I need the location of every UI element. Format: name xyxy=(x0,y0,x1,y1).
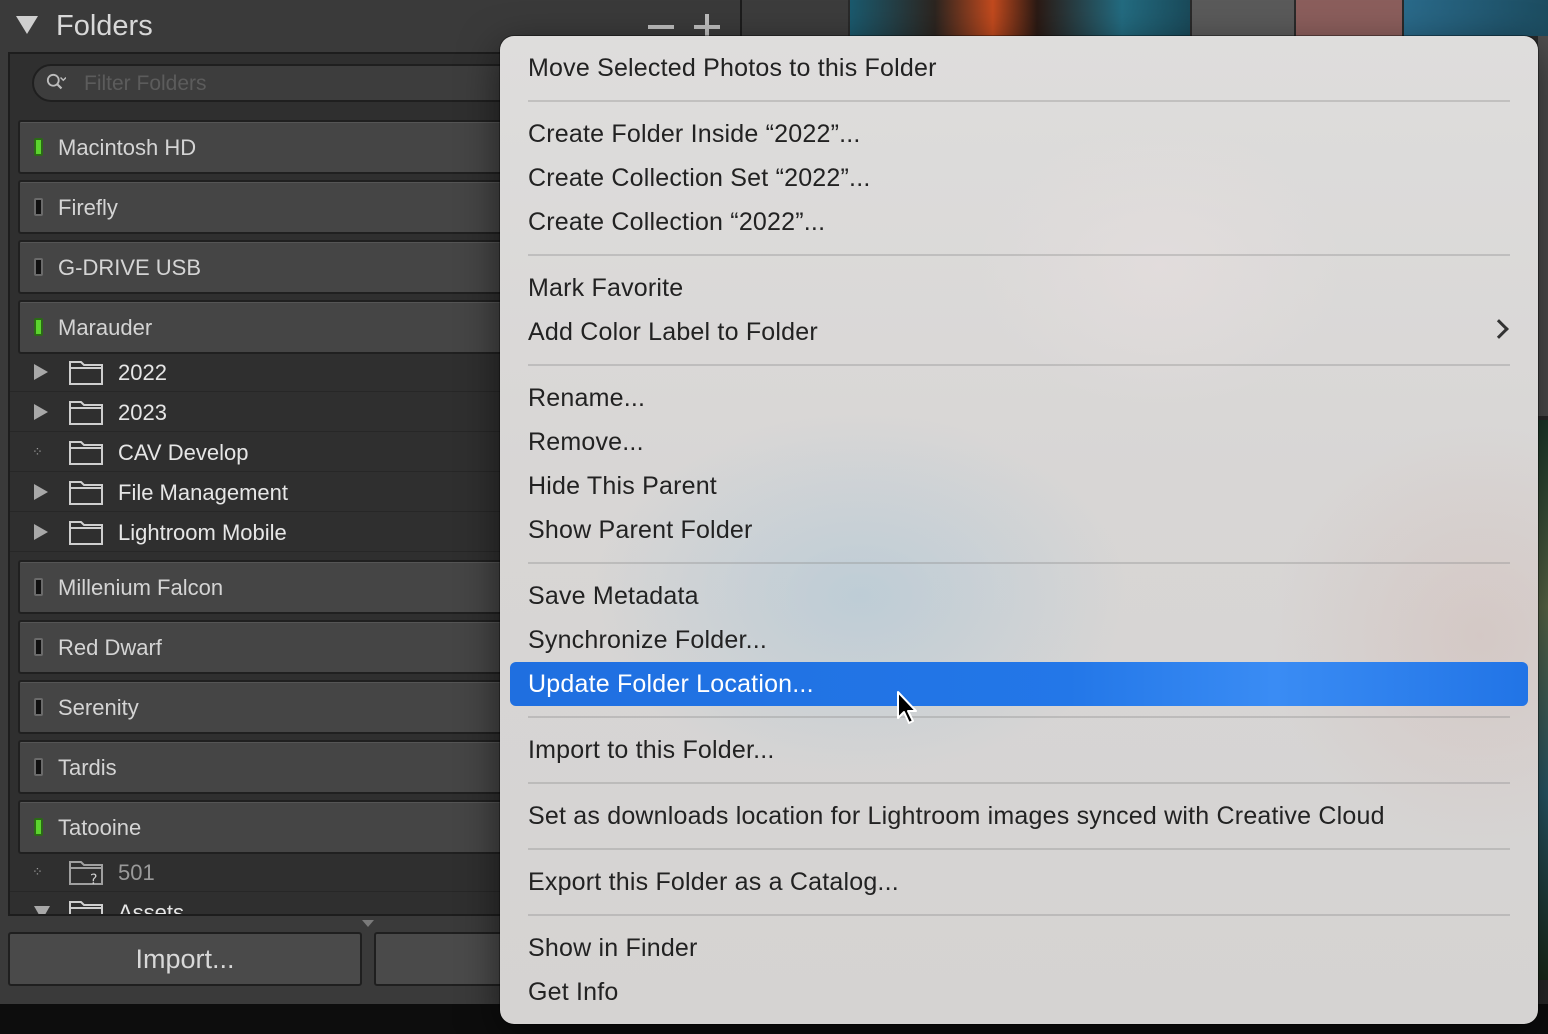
menu-item-show-in-finder[interactable]: Show in Finder xyxy=(528,934,698,976)
status-led-icon xyxy=(34,638,43,656)
menu-separator xyxy=(528,848,1510,850)
menu-separator xyxy=(528,254,1510,256)
volume-name: Millenium Falcon xyxy=(58,575,224,600)
menu-separator xyxy=(528,364,1510,366)
folder-icon xyxy=(69,521,103,545)
collapse-triangle-icon[interactable] xyxy=(34,906,50,914)
menu-separator xyxy=(528,782,1510,784)
no-subfolder-dots-icon: ⁘ xyxy=(32,444,43,459)
svg-text:?: ? xyxy=(90,872,97,886)
menu-item-create-folder-inside[interactable]: Create Folder Inside “2022”... xyxy=(528,120,861,162)
menu-item-create-collection[interactable]: Create Collection “2022”... xyxy=(528,208,825,250)
volume-name: Macintosh HD xyxy=(58,135,197,160)
expand-triangle-icon[interactable] xyxy=(34,524,48,540)
photo-thumbnail[interactable] xyxy=(1404,0,1548,36)
menu-item-move-selected-photos[interactable]: Move Selected Photos to this Folder xyxy=(528,54,937,96)
menu-item-rename[interactable]: Rename... xyxy=(528,384,645,426)
collapse-triangle-icon[interactable] xyxy=(16,16,38,34)
volume-name: Tatooine xyxy=(58,815,142,840)
folder-label: CAV Develop xyxy=(118,440,249,465)
panel-title: Folders xyxy=(56,10,153,42)
status-led-icon xyxy=(34,578,43,596)
folder-icon xyxy=(69,401,103,425)
menu-item-update-folder-location[interactable]: Update Folder Location... xyxy=(528,670,814,712)
mouse-pointer-icon xyxy=(897,691,917,724)
folder-label: 2023 xyxy=(118,400,167,425)
remove-folder-icon[interactable] xyxy=(648,25,674,29)
folder-icon xyxy=(69,901,103,914)
status-led-icon xyxy=(34,698,43,716)
menu-item-create-collection-set[interactable]: Create Collection Set “2022”... xyxy=(528,164,870,206)
import-button[interactable]: Import... xyxy=(8,932,362,986)
photo-thumbnail[interactable] xyxy=(850,0,1190,36)
expand-triangle-icon[interactable] xyxy=(34,484,48,500)
folder-icon xyxy=(69,481,103,505)
search-icon[interactable] xyxy=(46,73,66,93)
menu-item-import-to-folder[interactable]: Import to this Folder... xyxy=(528,736,775,778)
expand-triangle-icon[interactable] xyxy=(34,364,48,380)
status-led-icon xyxy=(34,258,43,276)
folder-icon xyxy=(69,441,103,465)
photo-thumbnail[interactable] xyxy=(1538,420,1548,980)
volume-name: Firefly xyxy=(58,195,118,220)
menu-separator xyxy=(528,562,1510,564)
volume-name: Serenity xyxy=(58,695,139,720)
volume-name: G-DRIVE USB xyxy=(58,255,202,280)
menu-item-get-info[interactable]: Get Info xyxy=(528,978,619,1020)
status-led-icon xyxy=(34,818,43,836)
folder-icon xyxy=(69,361,103,385)
status-led-icon xyxy=(34,198,43,216)
volume-name: Red Dwarf xyxy=(58,635,162,660)
menu-item-hide-this-parent[interactable]: Hide This Parent xyxy=(528,472,717,514)
volume-name: Marauder xyxy=(58,315,153,340)
menu-item-mark-favorite[interactable]: Mark Favorite xyxy=(528,274,683,316)
photo-thumbnail[interactable] xyxy=(1296,0,1402,36)
menu-item-set-downloads-location[interactable]: Set as downloads location for Lightroom … xyxy=(528,802,1385,844)
folder-label: Assets xyxy=(118,900,185,916)
menu-separator xyxy=(528,716,1510,718)
menu-separator xyxy=(528,100,1510,102)
volume-name: Tardis xyxy=(58,755,117,780)
menu-item-save-metadata[interactable]: Save Metadata xyxy=(528,582,699,624)
menu-item-show-parent-folder[interactable]: Show Parent Folder xyxy=(528,516,753,558)
menu-item-remove[interactable]: Remove... xyxy=(528,428,644,470)
status-led-icon xyxy=(34,138,43,156)
folder-label: File Management xyxy=(118,480,288,505)
expand-triangle-icon[interactable] xyxy=(34,404,48,420)
missing-folder-icon: ? xyxy=(69,861,103,886)
submenu-chevron-right-icon xyxy=(1489,319,1509,339)
menu-item-add-color-label[interactable]: Add Color Label to Folder xyxy=(528,318,818,360)
no-subfolder-dots-icon: ⁘ xyxy=(32,864,43,879)
panel-resize-arrow-icon[interactable] xyxy=(362,920,374,927)
photo-thumbnail[interactable] xyxy=(1192,0,1294,36)
photo-thumbnail[interactable] xyxy=(742,0,848,36)
status-led-icon xyxy=(34,318,43,336)
status-led-icon xyxy=(34,758,43,776)
folder-label: 501 xyxy=(118,860,155,885)
folder-label: Lightroom Mobile xyxy=(118,520,287,545)
menu-separator xyxy=(528,914,1510,916)
folder-context-menu: Move Selected Photos to this Folder Crea… xyxy=(500,36,1538,1024)
menu-item-export-as-catalog[interactable]: Export this Folder as a Catalog... xyxy=(528,868,899,910)
photo-thumbnail[interactable] xyxy=(1538,36,1548,416)
folder-label: 2022 xyxy=(118,360,167,385)
